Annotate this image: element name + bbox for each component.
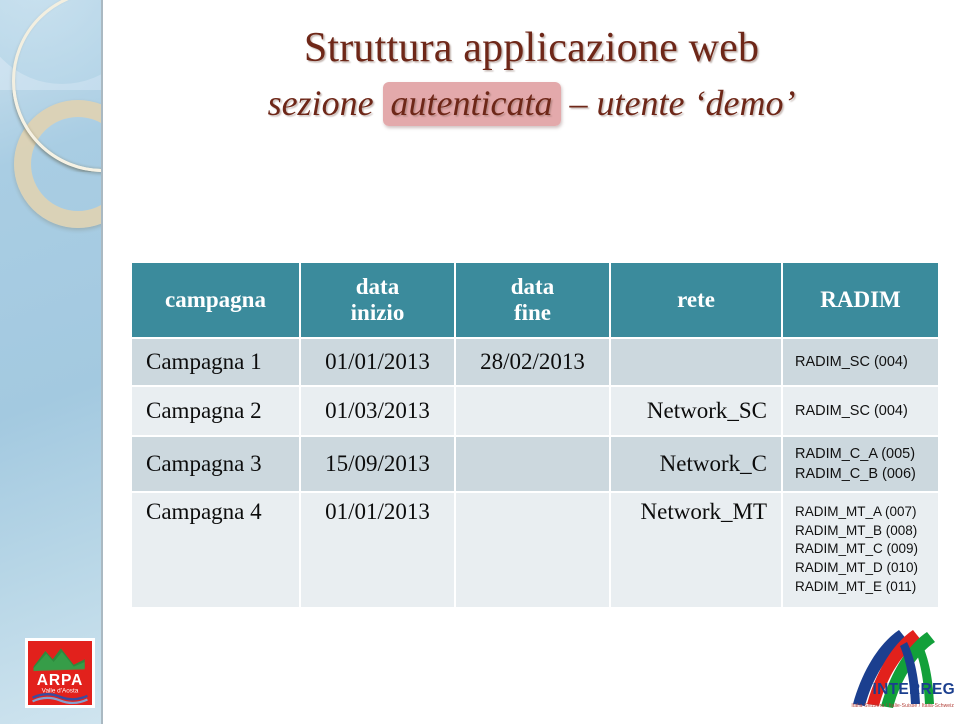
cell-radim: RADIM_C_A (005) RADIM_C_B (006) — [782, 436, 938, 493]
title-line-1: Struttura applicazione web — [303, 25, 760, 71]
table-row: Campagna 4 01/01/2013 Network_MT RADIM_M… — [132, 492, 938, 609]
column-header-data-inizio: data inizio — [300, 263, 456, 339]
interreg-logo: INTERREG Italia-Svizzera / Italie-Suisse… — [845, 618, 957, 718]
svg-text:ARPA: ARPA — [37, 672, 84, 689]
header-data-fine-line2: fine — [513, 300, 552, 325]
column-header-campagna: campagna — [132, 263, 301, 339]
cell-radim: RADIM_MT_A (007) RADIM_MT_B (008) RADIM_MT… — [782, 492, 938, 609]
table-row: Campagna 1 01/01/2013 28/02/2013 RADIM_S… — [132, 338, 938, 387]
radim-entry: RADIM_MT_A (007) — [795, 504, 917, 519]
decorative-sidebar — [0, 0, 103, 724]
radim-entry: RADIM_C_A (005) — [795, 446, 916, 462]
radim-entry: RADIM_MT_B (008) — [795, 522, 918, 538]
cell-rete: Network_C — [610, 436, 783, 493]
cell-campagna: Campagna 2 — [132, 386, 301, 437]
arpa-logo-graphic: ARPA Valle d'Aosta — [28, 641, 92, 705]
header-data-inizio-line2: inizio — [350, 300, 405, 325]
arpa-logo: ARPA Valle d'Aosta — [25, 638, 95, 708]
radim-entry: RADIM_SC (004) — [795, 403, 908, 419]
title-prefix: sezione — [267, 82, 383, 123]
cell-campagna: Campagna 1 — [132, 338, 301, 387]
cell-rete — [610, 338, 783, 387]
interreg-subtitle: Italia-Svizzera / Italie-Suisse / Italia… — [851, 702, 954, 710]
cell-radim: RADIM_SC (004) — [782, 338, 938, 387]
cell-data-fine: 28/02/2013 — [455, 338, 611, 387]
cell-data-fine — [455, 436, 611, 493]
cell-data-inizio: 15/09/2013 — [300, 436, 456, 493]
cell-rete: Network_SC — [610, 386, 783, 437]
cell-data-inizio: 01/03/2013 — [300, 386, 456, 437]
table-header: campagna data inizio data fine rete RADIM — [132, 263, 938, 339]
campaign-table: campagna data inizio data fine rete RADIM … — [132, 263, 938, 609]
page-title: Struttura applicazione web sezione auten… — [103, 24, 960, 126]
title-highlight-autenticata: autenticata — [382, 81, 561, 126]
table-row: Campagna 2 01/03/2013 Network_SC RADIM_S… — [132, 386, 938, 437]
cell-data-inizio: 01/01/2013 — [300, 338, 456, 387]
header-data-inizio-line1: data — [355, 274, 400, 300]
interreg-wordmark: INTERREG — [872, 681, 955, 698]
title-suffix: – utente ‘demo’ — [560, 82, 796, 123]
cell-radim: RADIM_SC (004) — [782, 386, 938, 437]
cell-campagna: Campagna 3 — [132, 436, 301, 493]
cell-rete: Network_MT — [610, 492, 783, 609]
radim-entry: RADIM_SC (004) — [795, 354, 908, 370]
radim-entry: RADIM_C_B (006) — [795, 466, 916, 482]
table-row: Campagna 3 15/09/2013 Network_C RADIM_C_… — [132, 436, 938, 493]
title-line-2: sezione autenticata – utente ‘demo’ — [103, 81, 960, 126]
column-header-data-fine: data fine — [455, 263, 611, 339]
cell-data-inizio: 01/01/2013 — [300, 492, 456, 609]
table-body: Campagna 1 01/01/2013 28/02/2013 RADIM_S… — [132, 338, 938, 609]
column-header-rete: rete — [610, 263, 783, 339]
radim-entry: RADIM_MT_D (010) — [795, 559, 919, 575]
header-data-fine-line1: data — [510, 274, 555, 300]
radim-entry: RADIM_MT_E (011) — [795, 578, 917, 594]
cell-data-fine — [455, 386, 611, 437]
cell-campagna: Campagna 4 — [132, 492, 301, 609]
column-header-radim: RADIM — [782, 263, 938, 339]
table-header-row: campagna data inizio data fine rete RADIM — [132, 263, 938, 339]
cell-data-fine — [455, 492, 611, 609]
radim-entry: RADIM_MT_C (009) — [795, 541, 919, 557]
slide-canvas: Struttura applicazione web sezione auten… — [0, 0, 960, 724]
